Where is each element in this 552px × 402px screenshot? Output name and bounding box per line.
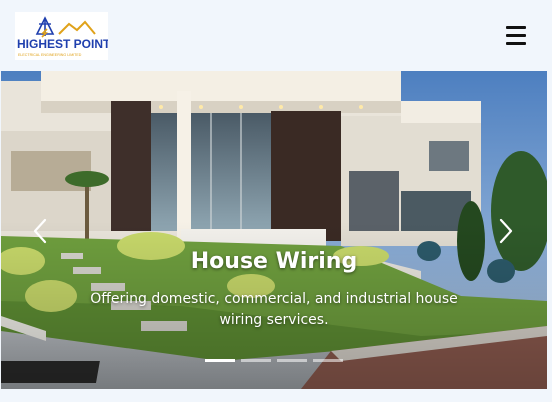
- svg-text:HIGHEST POINT: HIGHEST POINT: [17, 37, 108, 51]
- carousel-prev-button[interactable]: [25, 211, 55, 251]
- slide-image: [1, 71, 547, 389]
- carousel-next-button[interactable]: [491, 211, 521, 251]
- carousel-indicator[interactable]: [277, 359, 307, 362]
- carousel-indicator[interactable]: [313, 359, 343, 362]
- slide-description: Offering domestic, commercial, and indus…: [90, 291, 458, 328]
- carousel-indicator[interactable]: [241, 359, 271, 362]
- navbar: HIGHEST POINT ELECTRICAL ENGINEERING LIM…: [0, 0, 552, 70]
- logo-icon: HIGHEST POINT ELECTRICAL ENGINEERING LIM…: [15, 12, 108, 60]
- hamburger-bar: [506, 34, 526, 37]
- brand-logo[interactable]: HIGHEST POINT ELECTRICAL ENGINEERING LIM…: [15, 12, 108, 60]
- hero-carousel: House Wiring Offering domestic, commerci…: [1, 71, 547, 389]
- hamburger-bar: [506, 26, 526, 29]
- slide-title: House Wiring: [190, 249, 358, 274]
- svg-text:ELECTRICAL ENGINEERING LIMITED: ELECTRICAL ENGINEERING LIMITED: [18, 53, 82, 57]
- carousel-indicators: [205, 359, 343, 362]
- hamburger-menu-icon[interactable]: [504, 23, 528, 47]
- chevron-right-icon: [499, 218, 513, 244]
- carousel-indicator[interactable]: [205, 359, 235, 362]
- chevron-left-icon: [33, 218, 47, 244]
- hamburger-bar: [506, 42, 526, 45]
